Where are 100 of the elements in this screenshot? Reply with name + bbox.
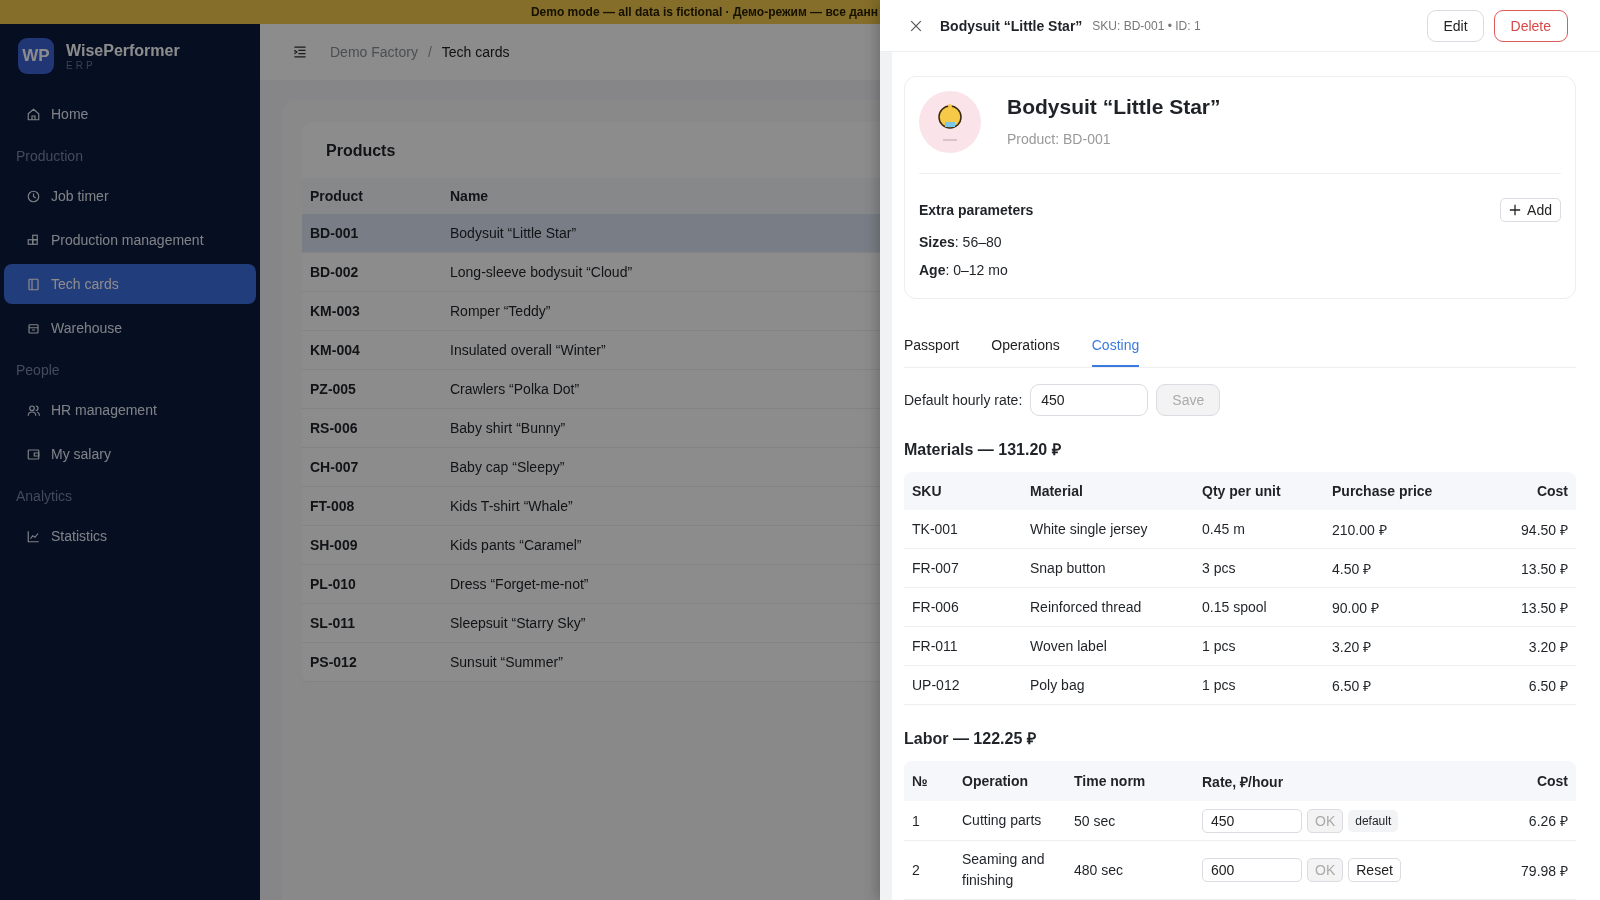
rate-input[interactable]: 450 <box>1030 384 1149 416</box>
people-icon <box>26 402 41 418</box>
add-button[interactable]: Add <box>1500 198 1561 222</box>
delete-button[interactable]: Delete <box>1493 9 1568 42</box>
table-cell-text: Snap button <box>1029 560 1107 576</box>
tab[interactable]: Operations <box>991 327 1060 367</box>
table-row[interactable]: CH-007 Baby cap “Sleepy” <box>302 448 880 487</box>
nav-item[interactable]: Home <box>4 94 256 134</box>
table-row[interactable]: PL-010 Dress “Forget-me-not” <box>302 565 880 604</box>
section-label: Analytics <box>15 487 74 506</box>
table-cell-text: 1 <box>911 812 921 829</box>
table-cell-text: 79.98 ₽ <box>1520 861 1569 880</box>
table-cell-text: 4.50 ₽ <box>1331 559 1373 578</box>
table-cell-text: Romper “Teddy” <box>449 303 552 319</box>
table-cell-text: FR-006 <box>911 599 960 615</box>
logo-mark: WP <box>18 38 54 74</box>
table-row[interactable]: FT-008 Kids T-shirt “Whale” <box>302 487 880 526</box>
section-label: Production <box>15 147 84 166</box>
table-cell-text: FR-007 <box>911 560 960 576</box>
table-cell-text: TK-001 <box>911 521 959 537</box>
column-header: Cost <box>1535 483 1569 499</box>
table-cell-text: 1 pcs <box>1201 677 1237 693</box>
menu-icon[interactable] <box>292 44 308 60</box>
table-cell-text: 90.00 ₽ <box>1331 598 1380 617</box>
table-cell-text: 0.45 m <box>1201 521 1246 537</box>
rate-input[interactable]: 450 <box>1202 808 1302 833</box>
product-name: Bodysuit “Little Star” <box>1007 95 1221 119</box>
nav-item[interactable]: Warehouse <box>4 308 256 348</box>
table-cell-text: PL-010 <box>309 576 357 592</box>
section-title: Extra parameters <box>919 202 1034 218</box>
table-row[interactable]: SH-009 Kids pants “Caramel” <box>302 526 880 565</box>
table-cell-text: PZ-005 <box>309 381 357 397</box>
table-row[interactable]: RS-006 Baby shirt “Bunny” <box>302 409 880 448</box>
table-cell-text: 94.50 ₽ <box>1520 520 1569 539</box>
default-tag: default <box>1348 809 1399 832</box>
blocks-icon <box>26 232 41 248</box>
table-cell-text: Kids pants “Caramel” <box>449 537 583 553</box>
table-cell-text: White single jersey <box>1029 521 1149 537</box>
table-row[interactable]: KM-004 Insulated overall “Winter” <box>302 331 880 370</box>
table-cell-text: Sunsuit “Summer” <box>449 654 564 670</box>
nav-item[interactable]: HR management <box>4 390 256 430</box>
table-row[interactable]: SL-011 Sleepsuit “Starry Sky” <box>302 604 880 643</box>
table-cell-text: Baby shirt “Bunny” <box>449 420 567 436</box>
table-cell-text: 0.15 spool <box>1201 599 1268 615</box>
rate-input[interactable]: 600 <box>1202 858 1302 882</box>
table-cell-text: 1 pcs <box>1201 638 1237 654</box>
table-cell-text: 3.20 ₽ <box>1331 637 1373 656</box>
table-cell-text: 3 pcs <box>1201 560 1237 576</box>
section-title: Labor — 122.25 ₽ <box>904 729 1037 749</box>
table-cell-text: 3.20 ₽ <box>1527 637 1569 656</box>
banner-text: Demo mode — all data is fictional · Демо-режим — все данн <box>530 5 878 19</box>
nav-item[interactable]: My salary <box>4 434 256 474</box>
table-cell-text: Kids T-shirt “Whale” <box>449 498 574 514</box>
column-header: SKU <box>911 483 943 499</box>
column-header: Material <box>1029 483 1084 499</box>
clock-icon <box>26 188 41 204</box>
wallet-icon <box>26 446 41 462</box>
table-cell-text: 13.50 ₽ <box>1520 598 1569 617</box>
tab[interactable]: Costing <box>1091 327 1140 367</box>
table-row[interactable]: KM-003 Romper “Teddy” <box>302 292 880 331</box>
table-row[interactable]: BD-001 Bodysuit “Little Star” <box>302 214 880 253</box>
app-name: WisePerformer <box>66 41 180 60</box>
table-cell-text: 50 sec <box>1073 812 1117 829</box>
table-row[interactable]: BD-002 Long-sleeve bodysuit “Cloud” <box>302 253 880 292</box>
column-header: № <box>911 773 929 789</box>
tab[interactable]: Passport <box>904 327 960 367</box>
parameter-text: Age: 0–12 mo <box>919 262 1009 278</box>
column-header: Name <box>449 188 490 204</box>
table-cell-text: RS-006 <box>309 420 359 436</box>
column-header: Rate, ₽/hour <box>1201 772 1285 791</box>
table-cell-text: Poly bag <box>1029 677 1086 693</box>
table-cell-text: FR-011 <box>911 638 959 654</box>
table-cell-text: BD-001 <box>309 225 360 241</box>
table-cell-text: 480 sec <box>1073 862 1125 878</box>
table-cell-text: UP-012 <box>911 677 961 693</box>
nav-item[interactable]: Job timer <box>4 176 256 216</box>
table-cell-text: Sleepsuit “Starry Sky” <box>449 615 587 631</box>
table-cell-text: 6.50 ₽ <box>1331 676 1373 695</box>
column-header: Qty per unit <box>1201 483 1282 499</box>
edit-button[interactable]: Edit <box>1427 9 1484 42</box>
parameter-text: Sizes: 56–80 <box>919 234 1003 250</box>
nav-item[interactable]: Statistics <box>4 516 256 556</box>
table-cell-text: Seaming and finishing <box>961 850 1046 890</box>
table-cell-text: Long-sleeve bodysuit “Cloud” <box>449 264 634 280</box>
nav-item[interactable]: Tech cards <box>4 264 256 304</box>
drawer-title: Bodysuit “Little Star” <box>940 17 1083 34</box>
table-row[interactable]: PS-012 Sunsuit “Summer” <box>302 643 880 682</box>
breadcrumb-item: Tech cards <box>441 44 510 60</box>
table-row[interactable]: PZ-005 Crawlers “Polka Dot” <box>302 370 880 409</box>
column-header: Purchase price <box>1331 483 1434 499</box>
nav-item[interactable]: Production management <box>4 220 256 260</box>
table-cell-text: 6.26 ₽ <box>1527 812 1569 830</box>
reset-button[interactable]: Reset <box>1348 858 1401 882</box>
table-cell-text: 210.00 ₽ <box>1331 520 1388 539</box>
product-code: Product: BD-001 <box>1007 131 1112 147</box>
drawer-meta: SKU: BD-001 • ID: 1 <box>1092 18 1201 33</box>
table-cell-text: SH-009 <box>309 537 359 553</box>
column-header: Time norm <box>1073 773 1147 789</box>
table-cell-text: BD-002 <box>309 264 360 280</box>
column-header: Product <box>309 188 364 204</box>
